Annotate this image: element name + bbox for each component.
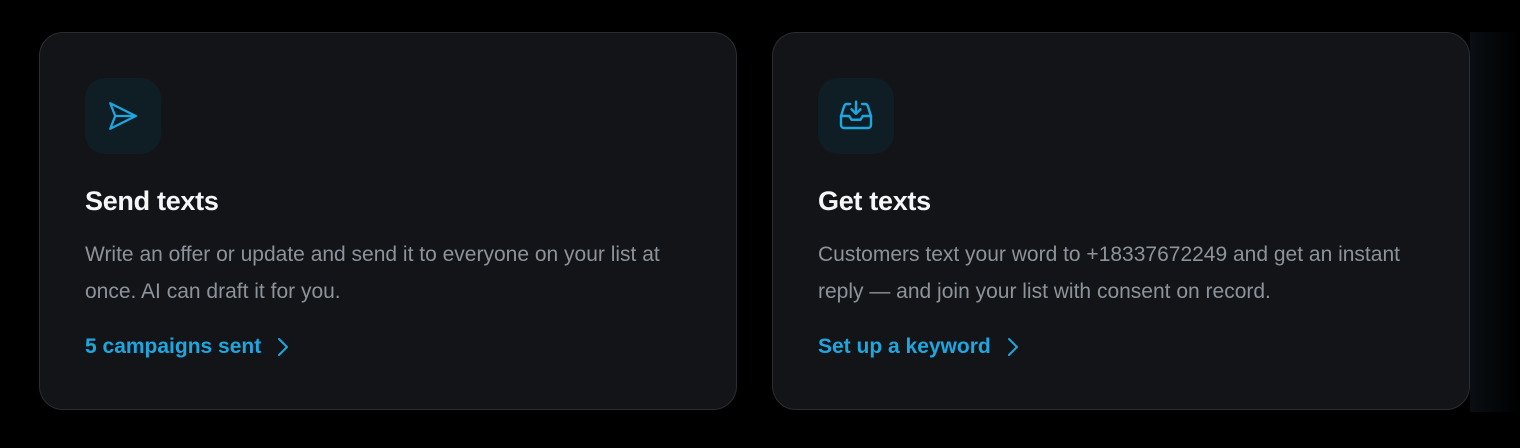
campaigns-sent-link[interactable]: 5 campaigns sent bbox=[85, 335, 289, 359]
link-label: 5 campaigns sent bbox=[85, 335, 262, 358]
card-description: Customers text your word to +18337672249… bbox=[818, 243, 1400, 303]
card-title: Get texts bbox=[818, 186, 931, 216]
send-icon-tile bbox=[85, 78, 161, 154]
inbox-download-icon bbox=[839, 100, 873, 130]
card-title: Send texts bbox=[85, 186, 219, 216]
link-label: Set up a keyword bbox=[818, 335, 991, 358]
send-icon bbox=[109, 102, 137, 130]
card-description: Write an offer or update and send it to … bbox=[85, 243, 660, 303]
chevron-right-icon bbox=[1007, 338, 1018, 356]
inbox-icon-tile bbox=[818, 78, 894, 154]
set-up-keyword-link[interactable]: Set up a keyword bbox=[818, 335, 1019, 359]
background-glow bbox=[1470, 32, 1520, 412]
chevron-right-icon bbox=[278, 338, 289, 356]
send-texts-card: Send texts Write an offer or update and … bbox=[39, 32, 737, 410]
get-texts-card: Get texts Customers text your word to +1… bbox=[772, 32, 1470, 410]
